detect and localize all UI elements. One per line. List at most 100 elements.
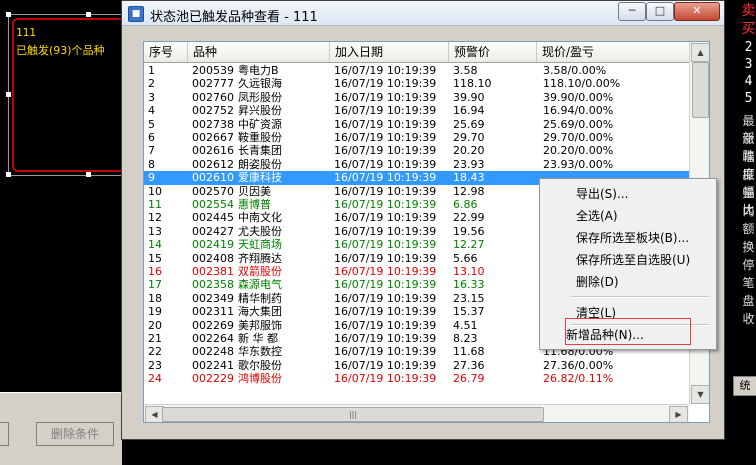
stock-name: 久远银海 — [238, 77, 282, 91]
row-index: 20 — [148, 318, 162, 332]
row-price-pnl: 26.82/0.11% — [543, 372, 614, 386]
row-warn-price: 4.51 — [453, 318, 478, 332]
table-row[interactable]: 1 200539 粤电力B 16/07/19 10:19:39 3.58 3.58/0.0… — [144, 64, 689, 77]
row-date: 16/07/19 10:19:39 — [334, 291, 437, 305]
delete-condition-button[interactable]: 删除条件 — [36, 422, 114, 446]
row-date: 16/07/19 10:19:39 — [334, 184, 437, 198]
table-row[interactable]: 6 002667 鞍重股份 16/07/19 10:19:39 29.70 29.70/0… — [144, 131, 689, 144]
table-row[interactable]: 23 002241 歌尔股份 16/07/19 10:19:39 27.36 27.36/… — [144, 359, 689, 372]
row-warn-price: 13.10 — [453, 265, 485, 278]
scroll-down-button[interactable]: ▼ — [691, 385, 709, 404]
stock-code: 002445 — [192, 211, 234, 225]
scroll-up-button[interactable]: ▲ — [691, 43, 709, 62]
resize-handle[interactable] — [6, 172, 11, 177]
stats-button[interactable]: 统 — [733, 376, 756, 396]
row-stock: 002311 海大集团 — [192, 305, 330, 318]
stock-code: 002408 — [192, 251, 234, 265]
menu-export[interactable]: 导出(S)... — [576, 185, 628, 202]
menu-save-to-board[interactable]: 保存所选至板块(B)... — [576, 229, 689, 246]
header-date[interactable]: 加入日期 — [330, 42, 449, 62]
row-date: 16/07/19 10:19:39 — [334, 211, 437, 225]
quote-label: 盘 — [742, 294, 755, 308]
row-index: 1 — [148, 64, 155, 77]
buy-label: 买 — [741, 21, 756, 37]
scroll-right-button[interactable]: ▶ — [669, 406, 688, 422]
sell-label: 卖 — [741, 3, 756, 19]
stock-code: 200539 — [192, 64, 234, 77]
row-stock: 002408 齐翔腾达 — [192, 252, 330, 265]
vertical-scroll-thumb[interactable] — [692, 62, 709, 118]
stock-name: 森源电气 — [238, 278, 282, 292]
quote-label: 换 — [742, 240, 755, 254]
row-stock: 002419 天虹商场 — [192, 238, 330, 251]
row-index: 13 — [148, 224, 162, 238]
row-stock: 002616 长青集团 — [192, 144, 330, 157]
stock-name: 朗姿股份 — [238, 157, 282, 171]
horizontal-scroll-thumb[interactable]: ||| — [162, 407, 544, 422]
minimize-button[interactable]: ─ — [618, 2, 646, 21]
row-index: 16 — [148, 265, 162, 278]
table-row[interactable]: 5 002738 中矿资源 16/07/19 10:19:39 25.69 25.69/0… — [144, 118, 689, 131]
row-index: 10 — [148, 184, 162, 198]
table-row[interactable]: 8 002612 朗姿股份 16/07/19 10:19:39 23.93 23.93/0… — [144, 158, 689, 171]
row-price-pnl: 16.94/0.00% — [543, 104, 614, 118]
stock-name: 美邦服饰 — [238, 318, 282, 332]
table-row[interactable]: 2 002777 久远银海 16/07/19 10:19:39 118.10 118.10… — [144, 77, 689, 90]
table-row[interactable]: 24 002229 鸿博股份 16/07/19 10:19:39 26.79 26.82/… — [144, 372, 689, 385]
header-warn-price[interactable]: 预警价 — [449, 42, 537, 62]
row-date: 16/07/19 10:19:39 — [334, 372, 437, 386]
row-stock: 002349 精华制药 — [192, 292, 330, 305]
row-date: 16/07/19 10:19:39 — [334, 64, 437, 77]
stock-name: 歌尔股份 — [238, 358, 282, 372]
row-warn-price: 3.58 — [453, 64, 478, 77]
level-number: 2 — [744, 40, 753, 55]
row-stock: 002445 中南文化 — [192, 211, 330, 224]
stock-name: 粤电力B — [238, 64, 279, 77]
table-row[interactable]: 3 002760 凤形股份 16/07/19 10:19:39 39.90 39.90/0… — [144, 91, 689, 104]
row-warn-price: 12.98 — [453, 184, 485, 198]
header-stock[interactable]: 品种 — [188, 42, 330, 62]
left-edge-button[interactable] — [0, 422, 9, 446]
stock-code: 002229 — [192, 372, 234, 386]
row-date: 16/07/19 10:19:39 — [334, 305, 437, 319]
menu-select-all[interactable]: 全选(A) — [576, 207, 618, 224]
close-button[interactable]: ✕ — [674, 2, 720, 21]
row-price-pnl: 23.93/0.00% — [543, 157, 614, 171]
row-stock: 002738 中矿资源 — [192, 118, 330, 131]
stock-name: 爱康科技 — [238, 171, 282, 185]
row-date: 16/07/19 10:19:39 — [334, 345, 437, 359]
row-stock: 002229 鸿博股份 — [192, 372, 330, 385]
row-date: 16/07/19 10:19:39 — [334, 265, 437, 278]
stock-code: 002358 — [192, 278, 234, 292]
stock-code: 002752 — [192, 104, 234, 118]
row-warn-price: 11.68 — [453, 345, 485, 359]
row-stock: 002752 昇兴股份 — [192, 104, 330, 117]
row-index: 8 — [148, 157, 155, 171]
title-bar[interactable]: ■ 状态池已触发品种查看 - 111 ─ □ ✕ — [122, 1, 724, 26]
menu-save-to-watchlist[interactable]: 保存所选至自选股(U) — [576, 251, 690, 268]
quote-label: 内 — [742, 204, 755, 218]
stock-code: 002381 — [192, 265, 234, 278]
row-index: 14 — [148, 238, 162, 252]
header-index[interactable]: 序号 — [144, 42, 188, 62]
row-warn-price: 19.56 — [453, 224, 485, 238]
maximize-button[interactable]: □ — [646, 2, 674, 21]
table-row[interactable]: 7 002616 长青集团 16/07/19 10:19:39 20.20 20.20/0… — [144, 144, 689, 157]
row-warn-price: 16.94 — [453, 104, 485, 118]
row-price-pnl: 3.58/0.00% — [543, 64, 607, 77]
row-warn-price: 12.27 — [453, 238, 485, 252]
resize-handle[interactable] — [6, 92, 11, 97]
stock-code: 002610 — [192, 171, 234, 185]
row-index: 7 — [148, 144, 155, 158]
row-price-pnl: 27.36/0.00% — [543, 358, 614, 372]
menu-delete[interactable]: 删除(D) — [576, 273, 619, 290]
row-index: 4 — [148, 104, 155, 118]
row-stock: 002264 新 华 都 — [192, 332, 330, 345]
resize-handle[interactable] — [86, 172, 91, 177]
resize-handle[interactable] — [86, 12, 91, 17]
table-row[interactable]: 4 002752 昇兴股份 16/07/19 10:19:39 16.94 16.94/0… — [144, 104, 689, 117]
resize-handle[interactable] — [6, 12, 11, 17]
row-stock: 002667 鞍重股份 — [192, 131, 330, 144]
horizontal-scrollbar[interactable]: ◀ ||| ▶ — [144, 404, 689, 422]
header-price-pnl[interactable]: 现价/盈亏 — [537, 42, 689, 62]
